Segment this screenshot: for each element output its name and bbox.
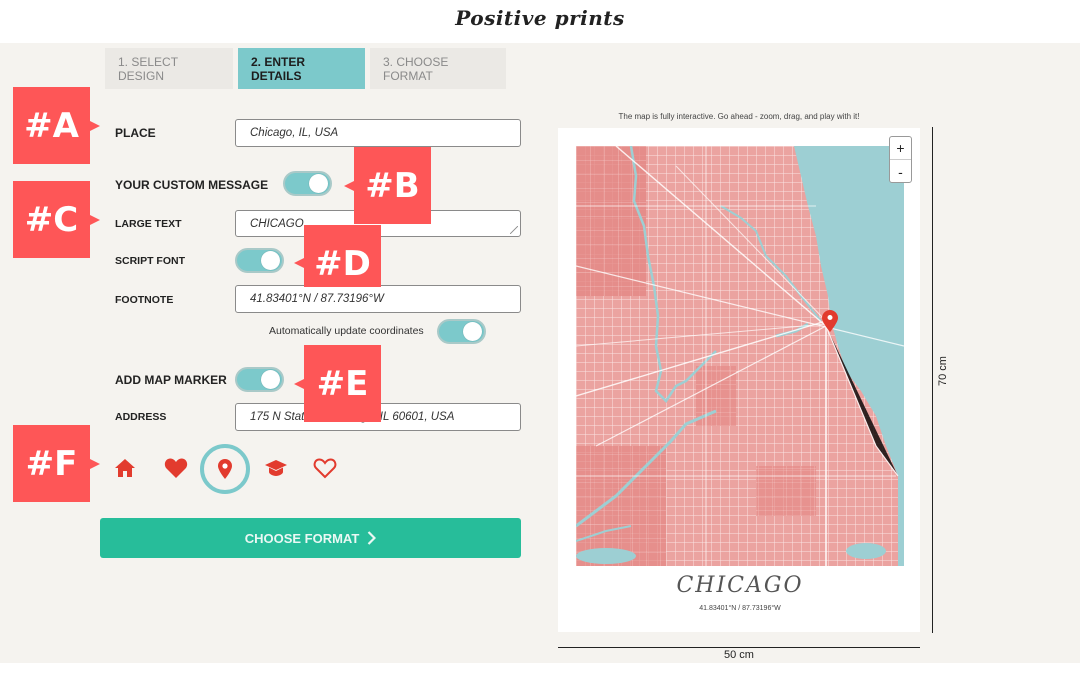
zoom-in-button[interactable]: +	[890, 137, 911, 160]
zoom-out-button[interactable]: -	[890, 160, 911, 183]
callout-a: #A	[13, 87, 100, 164]
logo[interactable]: Positive prints	[440, 6, 640, 30]
home-icon	[115, 459, 135, 477]
choose-format-label: CHOOSE FORMAT	[244, 530, 360, 546]
script-font-toggle[interactable]	[235, 248, 284, 273]
large-text-value: CHICAGO	[250, 217, 304, 230]
callout-b: #B	[344, 147, 431, 224]
tab-select-design[interactable]: 1. SELECT DESIGN	[105, 48, 233, 89]
graduation-cap-icon	[265, 460, 287, 476]
map-canvas	[576, 146, 904, 566]
map-pin-icon	[218, 459, 232, 479]
width-dimension-label: 50 cm	[724, 649, 754, 661]
footnote-label: FOOTNOTE	[115, 294, 174, 306]
map-zoom-control: + -	[889, 136, 912, 183]
resize-handle[interactable]	[510, 226, 518, 234]
choose-format-button[interactable]: CHOOSE FORMAT	[100, 518, 521, 558]
toggle-knob	[261, 370, 280, 389]
auto-update-label: Automatically update coordinates	[269, 325, 424, 337]
toggle-knob	[463, 322, 482, 341]
large-text-label: LARGE TEXT	[115, 218, 182, 230]
heart-outline-icon	[313, 458, 337, 479]
heart-filled-icon	[164, 458, 188, 478]
custom-message-toggle[interactable]	[283, 171, 332, 196]
map-interactive-note: The map is fully interactive. Go ahead -…	[618, 112, 860, 121]
footer-strip	[0, 663, 1080, 675]
custom-message-label: YOUR CUSTOM MESSAGE	[115, 178, 269, 192]
marker-option-pin[interactable]	[200, 444, 250, 494]
step-tabs: 1. SELECT DESIGN 2. ENTER DETAILS 3. CHO…	[105, 48, 506, 89]
poster-title: CHICAGO	[676, 573, 804, 598]
auto-update-toggle[interactable]	[437, 319, 486, 344]
callout-e: #E	[294, 345, 381, 422]
callout-d: #D	[294, 225, 381, 287]
map-marker-toggle[interactable]	[235, 367, 284, 392]
address-label: ADDRESS	[115, 411, 167, 423]
width-dimension-line	[558, 647, 920, 648]
place-input[interactable]: Chicago, IL, USA	[235, 119, 521, 147]
height-dimension-label: 70 cm	[937, 356, 949, 386]
chevron-right-icon	[368, 531, 377, 545]
callout-f: #F	[13, 425, 100, 502]
footnote-input[interactable]: 41.83401°N / 87.73196°W	[235, 285, 521, 313]
script-font-label: SCRIPT FONT	[115, 255, 185, 267]
height-dimension-line	[932, 127, 933, 633]
place-label: PLACE	[115, 126, 156, 140]
marker-option-heart-outline[interactable]	[303, 446, 347, 490]
marker-option-graduation[interactable]	[254, 446, 298, 490]
site-header: Positive prints	[0, 0, 1080, 43]
poster-coords: 41.83401°N / 87.73196°W	[699, 605, 781, 612]
toggle-knob	[309, 174, 328, 193]
toggle-knob	[261, 251, 280, 270]
map-marker-label: ADD MAP MARKER	[115, 373, 227, 387]
tab-enter-details[interactable]: 2. ENTER DETAILS	[238, 48, 365, 89]
place-input-value: Chicago, IL, USA	[250, 127, 339, 139]
marker-option-heart[interactable]	[154, 446, 198, 490]
interactive-map[interactable]	[576, 146, 904, 566]
callout-c: #C	[13, 181, 100, 258]
footnote-value: 41.83401°N / 87.73196°W	[250, 293, 384, 305]
marker-option-home[interactable]	[103, 446, 147, 490]
tab-choose-format[interactable]: 3. CHOOSE FORMAT	[370, 48, 506, 89]
